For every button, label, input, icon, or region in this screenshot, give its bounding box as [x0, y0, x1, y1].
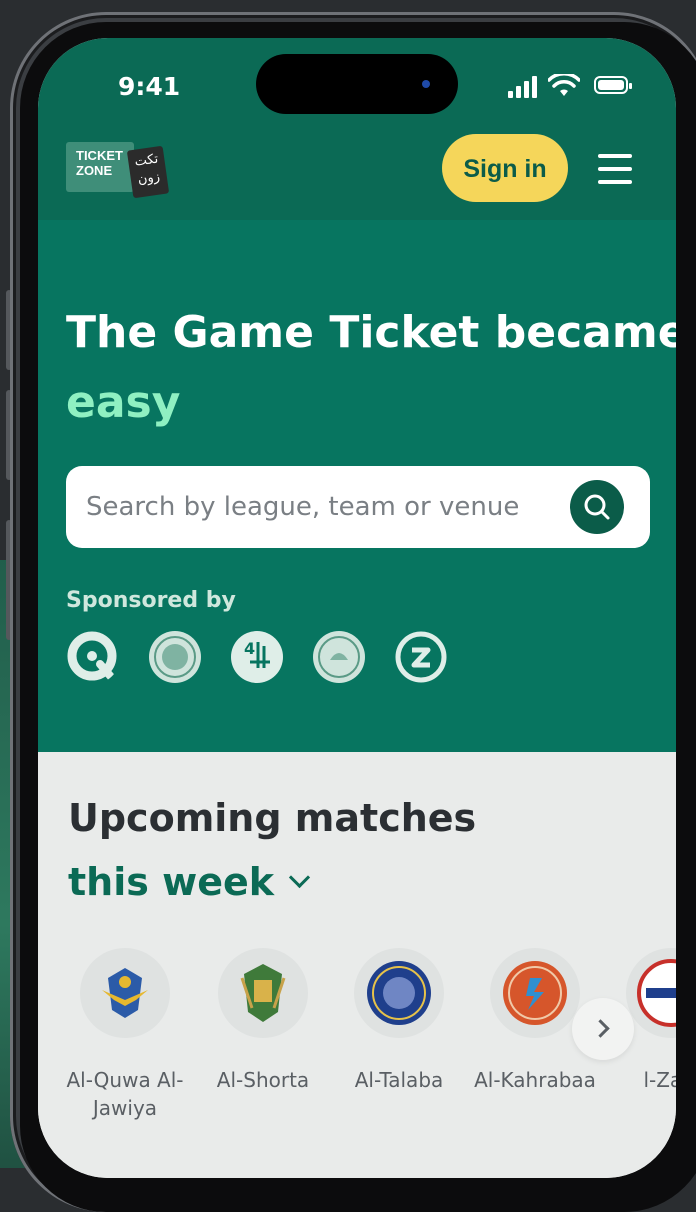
logo-text-line1: TICKET	[76, 148, 123, 163]
section-title: Upcoming matches	[68, 796, 477, 840]
team-name: Al-Quwa Al-Jawiya	[66, 1068, 184, 1120]
signal-icon	[508, 76, 538, 98]
kahrabaa-crest-icon	[503, 961, 567, 1025]
logo-arabic: تكت زون	[126, 145, 170, 199]
dynamic-island	[256, 54, 458, 114]
phone-screen: 9:41 TICKET ZONE تكت زون Sign in The Gam…	[38, 38, 676, 1178]
wifi-icon	[548, 74, 580, 96]
status-bar: 9:41	[38, 38, 676, 138]
headline-accent: easy	[66, 377, 181, 428]
search-icon	[584, 494, 610, 520]
team-badge	[80, 948, 170, 1038]
ticket-zone-logo[interactable]: TICKET ZONE تكت زون	[66, 142, 172, 199]
police-crest-icon	[240, 964, 286, 1022]
status-icons	[508, 74, 632, 98]
sponsor-q-logo-icon	[67, 631, 117, 682]
sponsor-channel-logo-icon: 4	[231, 631, 283, 683]
team-badge	[490, 948, 580, 1038]
team-badge	[218, 948, 308, 1038]
headline-text: The Game Ticket became	[66, 307, 676, 358]
period-label: this week	[68, 860, 275, 904]
search-button[interactable]	[570, 480, 624, 534]
logo-text-line2: ZONE	[76, 163, 113, 178]
period-dropdown[interactable]: this week	[68, 860, 311, 904]
search-input[interactable]: Search by league, team or venue	[86, 492, 519, 522]
team-name: l-Zaw	[643, 1068, 676, 1092]
chevron-right-icon	[591, 1019, 610, 1038]
carousel-next-button[interactable]	[572, 998, 634, 1060]
sponsor-seal-icon	[149, 631, 201, 683]
sponsored-label: Sponsored by	[66, 588, 236, 613]
team-name: Al-Shorta	[216, 1068, 310, 1092]
camera-dot	[422, 80, 430, 88]
team-name: Al-Kahrabaa	[474, 1068, 596, 1092]
talaba-crest-icon	[367, 961, 431, 1025]
upcoming-matches-section: Upcoming matches this week Al-Quwa Al-Ja…	[38, 752, 676, 1178]
eagle-crest-icon	[102, 968, 148, 1018]
sponsor-ministry-seal-icon	[313, 631, 365, 683]
app-header: 9:41 TICKET ZONE تكت زون Sign in	[38, 38, 676, 220]
team-badge	[354, 948, 444, 1038]
chevron-down-icon	[288, 866, 311, 889]
svg-text:4: 4	[244, 639, 255, 658]
status-time: 9:41	[118, 72, 181, 101]
sign-in-button[interactable]: Sign in	[442, 134, 568, 202]
battery-icon	[594, 76, 632, 94]
search-bar[interactable]: Search by league, team or venue	[66, 466, 650, 548]
logo-english: TICKET ZONE	[66, 142, 134, 192]
hero-headline: The Game Ticket became easy	[66, 298, 676, 438]
sponsor-z-logo-icon	[395, 631, 447, 683]
hamburger-menu-icon[interactable]	[598, 154, 632, 184]
team-name: Al-Talaba	[354, 1068, 444, 1092]
hero-section: The Game Ticket became easy Search by le…	[38, 220, 676, 752]
